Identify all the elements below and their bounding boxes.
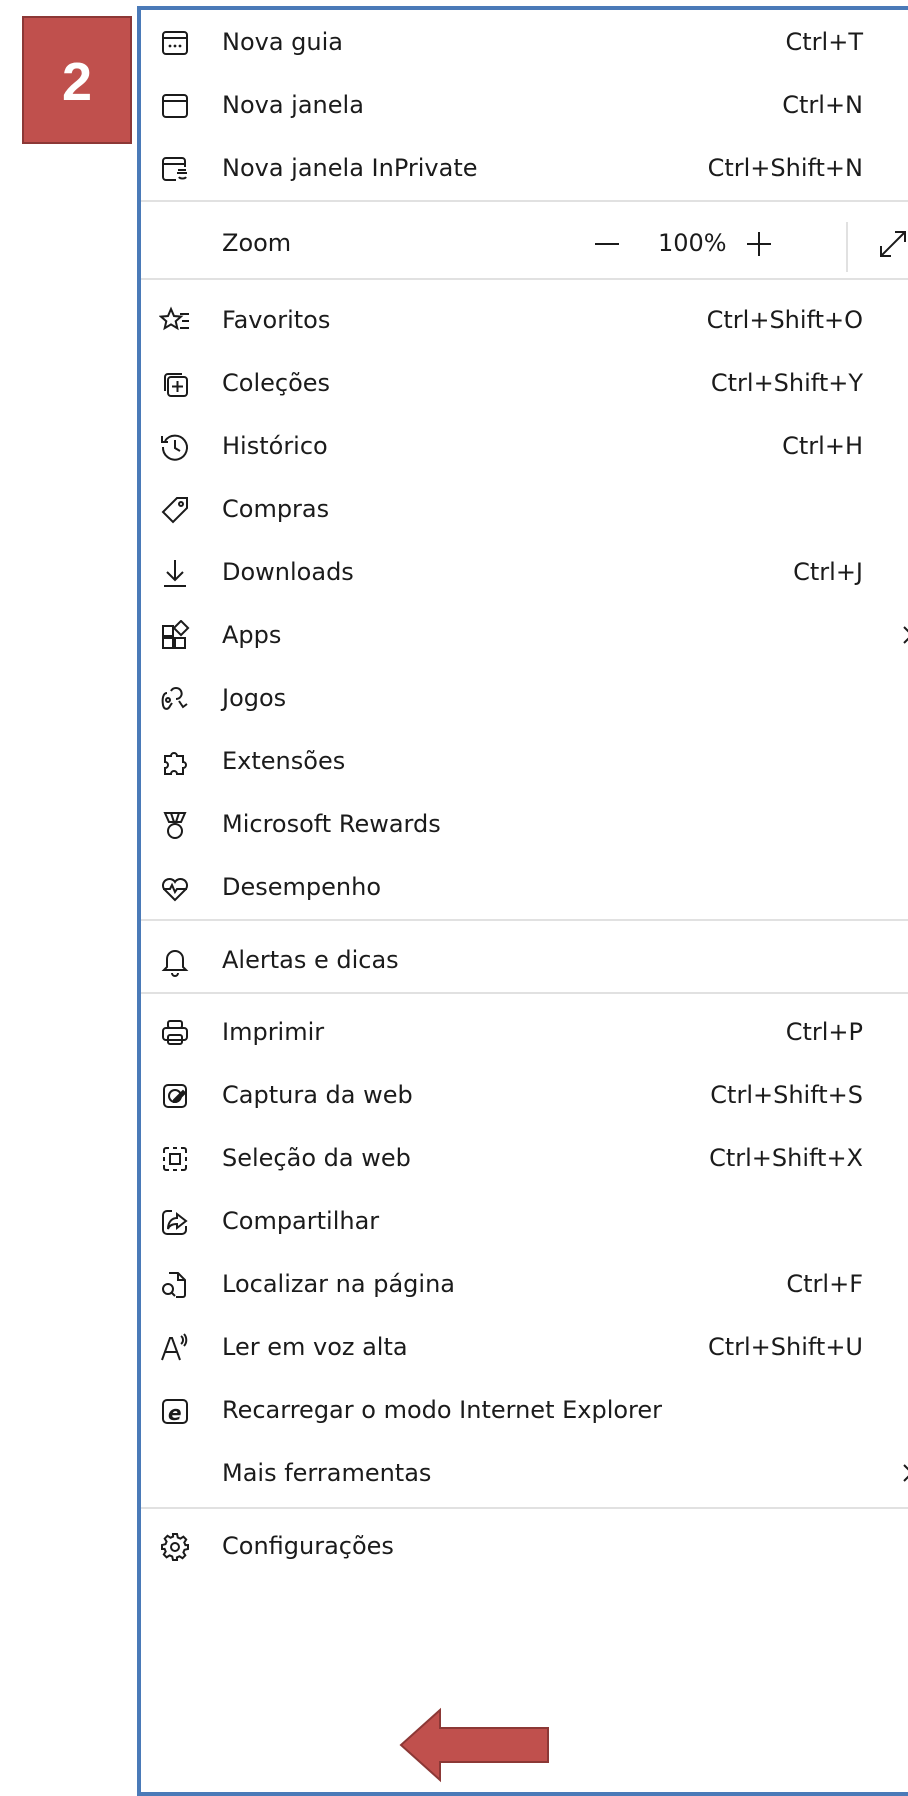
menu-item-new-tab[interactable]: Nova guia Ctrl+T	[141, 7, 908, 77]
menu-item-shortcut: Ctrl+Shift+Y	[710, 369, 863, 397]
menu-separator	[141, 278, 908, 280]
apps-icon	[159, 620, 191, 652]
zoom-value: 100%	[658, 229, 727, 257]
performance-heart-icon	[159, 872, 191, 904]
menu-item-web-capture[interactable]: Captura da web Ctrl+Shift+S	[141, 1060, 908, 1130]
menu-item-label: Apps	[222, 621, 282, 649]
menu-item-shortcut: Ctrl+Shift+U	[707, 1333, 863, 1361]
bell-icon	[159, 945, 191, 977]
menu-item-print[interactable]: Imprimir Ctrl+P	[141, 997, 908, 1067]
menu-item-shortcut: Ctrl+F	[786, 1270, 863, 1298]
menu-item-shortcut: Ctrl+H	[782, 432, 863, 460]
menu-item-label: Favoritos	[222, 306, 331, 334]
menu-item-shortcut: Ctrl+P	[785, 1018, 863, 1046]
menu-item-label: Nova janela	[222, 91, 364, 119]
menu-item-label: Configurações	[222, 1532, 394, 1560]
menu-item-more-tools[interactable]: Mais ferramentas	[141, 1438, 908, 1508]
menu-separator	[141, 919, 908, 921]
menu-item-apps[interactable]: Apps	[141, 600, 908, 670]
zoom-label: Zoom	[222, 229, 292, 257]
menu-item-shortcut: Ctrl+Shift+X	[709, 1144, 863, 1172]
menu-item-label: Ler em voz alta	[222, 1333, 408, 1361]
web-select-icon	[159, 1143, 191, 1175]
menu-item-history[interactable]: Histórico Ctrl+H	[141, 411, 908, 481]
menu-item-shortcut: Ctrl+Shift+S	[710, 1081, 863, 1109]
menu-item-label: Imprimir	[222, 1018, 325, 1046]
collections-icon	[159, 368, 191, 400]
new-window-icon	[159, 90, 191, 122]
menu-item-favorites[interactable]: Favoritos Ctrl+Shift+O	[141, 285, 908, 355]
zoom-out-button[interactable]	[589, 226, 625, 262]
menu-item-shortcut: Ctrl+N	[782, 91, 863, 119]
menu-item-label: Microsoft Rewards	[222, 810, 441, 838]
menu-item-label: Nova janela InPrivate	[222, 154, 478, 182]
ie-mode-icon: e	[159, 1395, 191, 1427]
menu-item-label: Compartilhar	[222, 1207, 380, 1235]
menu-item-label: Seleção da web	[222, 1144, 411, 1172]
menu-item-label: Desempenho	[222, 873, 381, 901]
menu-item-label: Recarregar o modo Internet Explorer	[222, 1396, 663, 1424]
web-capture-icon	[159, 1080, 191, 1112]
menu-item-new-window[interactable]: Nova janela Ctrl+N	[141, 70, 908, 140]
menu-item-label: Mais ferramentas	[222, 1459, 432, 1487]
menu-item-label: Histórico	[222, 432, 328, 460]
menu-item-microsoft-rewards[interactable]: Microsoft Rewards	[141, 789, 908, 859]
callout-arrow	[399, 1707, 549, 1783]
menu-item-collections[interactable]: Coleções Ctrl+Shift+Y	[141, 348, 908, 418]
menu-separator	[141, 992, 908, 994]
browser-settings-menu: Nova guia Ctrl+T Nova janela Ctrl+N Nova…	[137, 6, 908, 1796]
inprivate-icon	[159, 153, 191, 185]
printer-icon	[159, 1017, 191, 1049]
new-tab-icon	[159, 27, 191, 59]
zoom-divider	[846, 222, 848, 272]
menu-separator	[141, 1507, 908, 1509]
chevron-right-icon	[897, 1462, 908, 1484]
menu-item-shortcut: Ctrl+Shift+O	[706, 306, 863, 334]
menu-item-share[interactable]: Compartilhar	[141, 1186, 908, 1256]
menu-item-label: Extensões	[222, 747, 346, 775]
zoom-row: Zoom 100%	[141, 208, 908, 278]
step-number: 2	[61, 52, 93, 112]
menu-item-label: Compras	[222, 495, 330, 523]
menu-item-label: Jogos	[222, 684, 287, 712]
menu-item-alerts-tips[interactable]: Alertas e dicas	[141, 925, 908, 995]
menu-item-find-in-page[interactable]: Localizar na página Ctrl+F	[141, 1249, 908, 1319]
zoom-in-button[interactable]	[741, 226, 777, 262]
gear-icon	[159, 1531, 191, 1563]
menu-item-downloads[interactable]: Downloads Ctrl+J	[141, 537, 908, 607]
menu-item-label: Nova guia	[222, 28, 343, 56]
menu-item-settings[interactable]: Configurações	[141, 1511, 908, 1581]
menu-separator	[141, 200, 908, 202]
menu-item-label: Alertas e dicas	[222, 946, 399, 974]
fullscreen-icon[interactable]	[875, 226, 908, 262]
menu-item-shortcut: Ctrl+Shift+N	[707, 154, 863, 182]
menu-item-label: Localizar na página	[222, 1270, 455, 1298]
history-icon	[159, 431, 191, 463]
tag-icon	[159, 494, 191, 526]
menu-item-shortcut: Ctrl+J	[793, 558, 863, 586]
menu-item-shortcut: Ctrl+T	[785, 28, 863, 56]
puzzle-icon	[159, 746, 191, 778]
svg-text:e: e	[168, 1401, 182, 1425]
favorites-star-icon	[159, 305, 191, 337]
menu-item-games[interactable]: Jogos	[141, 663, 908, 733]
menu-item-reload-ie-mode[interactable]: e Recarregar o modo Internet Explorer	[141, 1375, 908, 1445]
games-icon	[159, 683, 191, 715]
find-page-icon	[159, 1269, 191, 1301]
menu-item-new-inprivate-window[interactable]: Nova janela InPrivate Ctrl+Shift+N	[141, 133, 908, 203]
rewards-medal-icon	[159, 809, 191, 841]
menu-item-read-aloud[interactable]: Ler em voz alta Ctrl+Shift+U	[141, 1312, 908, 1382]
menu-item-web-select[interactable]: Seleção da web Ctrl+Shift+X	[141, 1123, 908, 1193]
read-aloud-icon	[159, 1332, 191, 1364]
menu-item-label: Captura da web	[222, 1081, 413, 1109]
download-icon	[159, 557, 191, 589]
step-number-badge: 2	[22, 16, 132, 144]
share-icon	[159, 1206, 191, 1238]
menu-item-label: Downloads	[222, 558, 354, 586]
menu-item-performance[interactable]: Desempenho	[141, 852, 908, 922]
menu-item-shopping[interactable]: Compras	[141, 474, 908, 544]
menu-item-label: Coleções	[222, 369, 331, 397]
menu-item-extensions[interactable]: Extensões	[141, 726, 908, 796]
chevron-right-icon	[897, 624, 908, 646]
